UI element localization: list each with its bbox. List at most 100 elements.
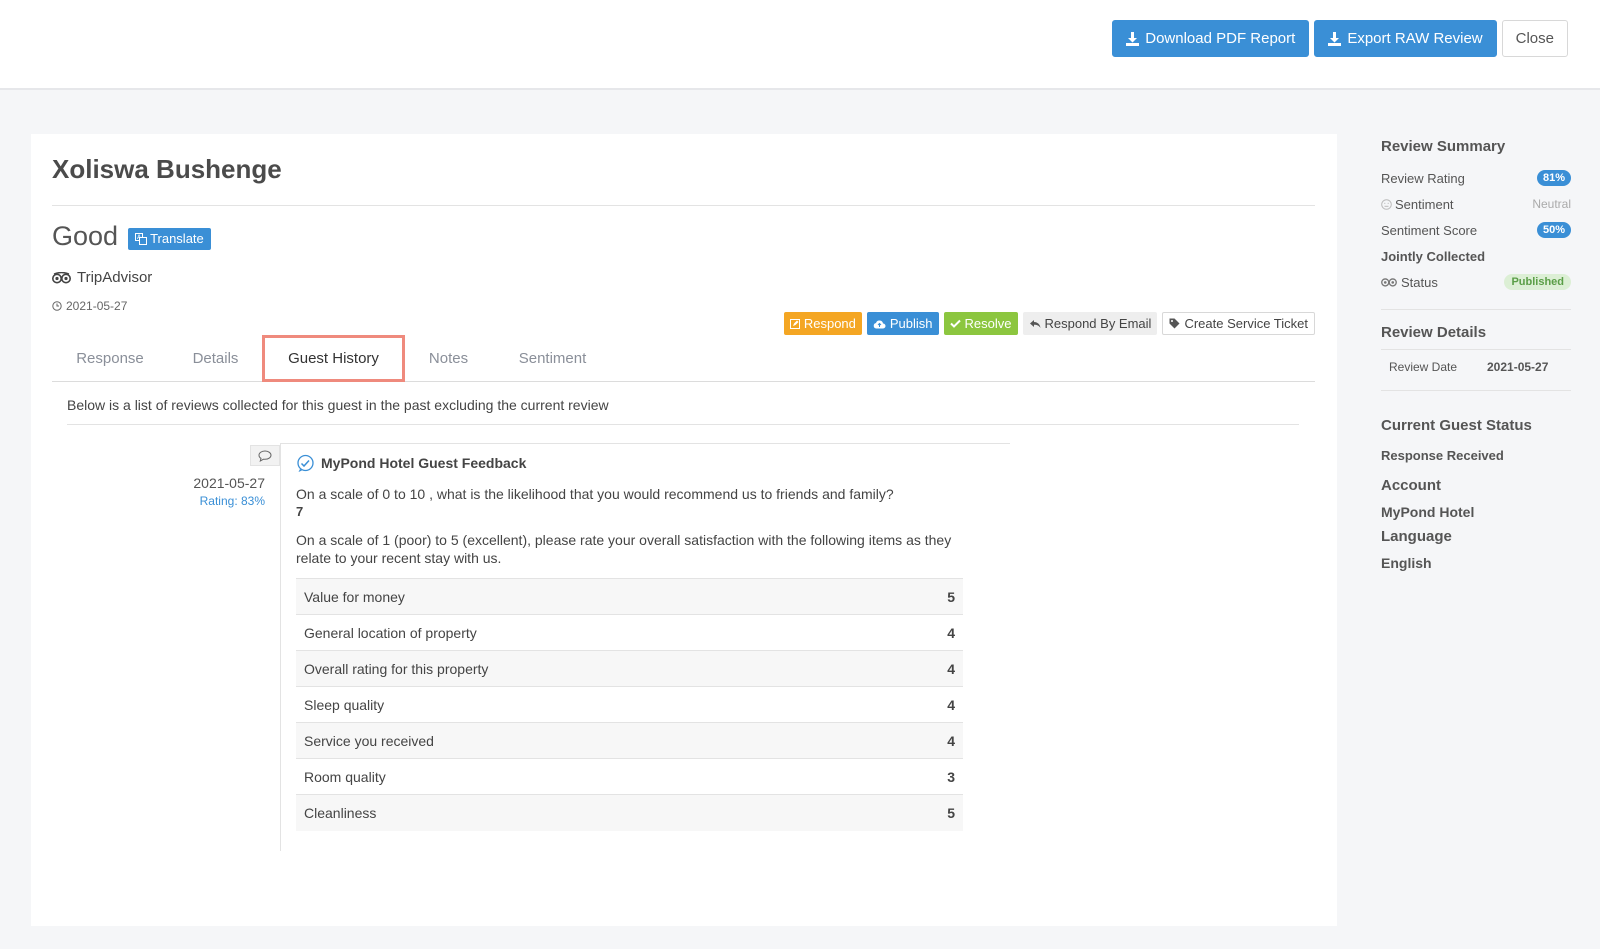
question-satisfaction: On a scale of 1 (poor) to 5 (excellent),… bbox=[296, 532, 952, 566]
respond-button[interactable]: Respond bbox=[783, 312, 862, 335]
divider bbox=[67, 424, 1299, 425]
answer-recommend: 7 bbox=[296, 504, 304, 519]
rating-item-value: 4 bbox=[903, 722, 963, 759]
download-icon bbox=[1126, 31, 1140, 46]
feedback-title: MyPond Hotel Guest Feedback bbox=[321, 455, 527, 471]
export-raw-label: Export RAW Review bbox=[1347, 30, 1483, 47]
timeline-divider bbox=[280, 443, 1010, 444]
review-date-label: Review Date bbox=[1389, 360, 1458, 374]
review-card: Xoliswa Bushenge Good A Translate TripAd… bbox=[31, 134, 1337, 926]
score-badge: 50% bbox=[1536, 222, 1571, 238]
table-row: Service you received 4 bbox=[296, 722, 963, 759]
publish-label: Publish bbox=[889, 316, 933, 331]
source-name: TripAdvisor bbox=[77, 269, 153, 286]
review-sidebar: Review Summary Review Rating 81% Sentime… bbox=[1381, 138, 1571, 571]
rating-badge: 81% bbox=[1536, 170, 1571, 186]
sentiment-label-wrap: Sentiment bbox=[1381, 197, 1454, 212]
clock-icon bbox=[52, 301, 62, 311]
tripadvisor-icon bbox=[1381, 278, 1397, 287]
divider bbox=[52, 205, 1315, 206]
guest-response-status: Response Received bbox=[1381, 448, 1504, 463]
rating-item-value: 4 bbox=[903, 614, 963, 651]
review-title: Good bbox=[52, 221, 119, 251]
rating-item-value: 4 bbox=[903, 686, 963, 723]
resolve-button[interactable]: Resolve bbox=[943, 312, 1018, 335]
tab-details[interactable]: Details bbox=[168, 335, 263, 382]
download-pdf-button[interactable]: Download PDF Report bbox=[1112, 20, 1310, 57]
current-guest-status-heading: Current Guest Status bbox=[1381, 417, 1532, 434]
top-actions: Download PDF Report Export RAW Review Cl… bbox=[1112, 20, 1568, 57]
review-source: TripAdvisor bbox=[52, 269, 152, 286]
rating-item-value: 5 bbox=[903, 578, 963, 615]
neutral-face-icon bbox=[1381, 198, 1392, 210]
status-badge: Published bbox=[1504, 274, 1571, 290]
review-title-row: Good A Translate bbox=[52, 221, 211, 252]
translate-button[interactable]: A Translate bbox=[128, 227, 211, 250]
feedback-badge-icon bbox=[297, 454, 314, 472]
rating-item-value: 5 bbox=[903, 794, 963, 831]
tab-sentiment[interactable]: Sentiment bbox=[490, 335, 615, 382]
review-details-heading: Review Details bbox=[1381, 324, 1487, 341]
tripadvisor-icon bbox=[52, 271, 71, 283]
divider bbox=[1381, 309, 1571, 310]
export-raw-button[interactable]: Export RAW Review bbox=[1314, 20, 1497, 57]
jointly-collected-label: Jointly Collected bbox=[1381, 248, 1486, 264]
respond-label: Respond bbox=[803, 316, 856, 331]
check-icon bbox=[949, 319, 961, 328]
status-label: Status bbox=[1401, 274, 1438, 290]
score-label: Sentiment Score bbox=[1381, 222, 1478, 238]
download-pdf-label: Download PDF Report bbox=[1145, 30, 1296, 47]
rating-item-value: 3 bbox=[903, 758, 963, 795]
sentiment-value: Neutral bbox=[1532, 197, 1571, 211]
summary-jointly-row: Jointly Collected bbox=[1381, 243, 1571, 269]
tab-response[interactable]: Response bbox=[52, 335, 168, 382]
rating-label: Review Rating bbox=[1381, 170, 1465, 186]
review-tabs: Response Details Guest History Notes Sen… bbox=[52, 335, 1315, 382]
rating-item-label: Sleep quality bbox=[296, 686, 903, 723]
tab-notes[interactable]: Notes bbox=[407, 335, 490, 382]
tag-icon bbox=[1169, 318, 1180, 329]
rating-item-label: Overall rating for this property bbox=[296, 650, 903, 687]
rating-item-value: 4 bbox=[903, 650, 963, 687]
create-service-ticket-button[interactable]: Create Service Ticket bbox=[1162, 312, 1315, 335]
respond-by-email-button[interactable]: Respond By Email bbox=[1022, 312, 1158, 335]
account-value: MyPond Hotel bbox=[1381, 504, 1475, 520]
table-row: Value for money 5 bbox=[296, 578, 963, 615]
review-date-value: 2021-05-27 bbox=[1487, 360, 1549, 374]
sentiment-label: Sentiment bbox=[1395, 196, 1454, 212]
publish-button[interactable]: Publish bbox=[866, 312, 939, 335]
review-date: 2021-05-27 bbox=[52, 299, 127, 313]
rating-item-label: Service you received bbox=[296, 722, 903, 759]
table-row: Sleep quality 4 bbox=[296, 686, 963, 723]
translate-label: Translate bbox=[150, 231, 204, 246]
cloud-upload-icon bbox=[873, 319, 886, 328]
language-value: English bbox=[1381, 555, 1432, 571]
tab-guest-history[interactable]: Guest History bbox=[262, 335, 405, 382]
translate-icon: A bbox=[135, 232, 148, 245]
respond-by-email-label: Respond By Email bbox=[1044, 316, 1152, 331]
reply-icon bbox=[1029, 319, 1040, 328]
resolve-label: Resolve bbox=[964, 316, 1012, 331]
comment-toggle[interactable] bbox=[250, 445, 280, 466]
date-text: 2021-05-27 bbox=[66, 299, 128, 313]
review-summary-heading: Review Summary bbox=[1381, 138, 1506, 155]
comment-icon bbox=[258, 449, 272, 462]
summary-sentiment-row: Sentiment Neutral bbox=[1381, 191, 1571, 217]
rating-item-label: Value for money bbox=[296, 578, 903, 615]
status-label-wrap: Status bbox=[1381, 275, 1438, 290]
guest-history-intro: Below is a list of reviews collected for… bbox=[67, 397, 609, 413]
top-bar: Download PDF Report Export RAW Review Cl… bbox=[0, 0, 1600, 90]
table-row: Overall rating for this property 4 bbox=[296, 650, 963, 687]
close-button[interactable]: Close bbox=[1501, 20, 1568, 57]
table-row: General location of property 4 bbox=[296, 614, 963, 651]
ratings-table: Value for money 5 General location of pro… bbox=[296, 578, 963, 831]
rating-item-label: Room quality bbox=[296, 758, 903, 795]
timeline-line bbox=[280, 444, 281, 851]
table-row: Room quality 3 bbox=[296, 758, 963, 795]
feedback-header: MyPond Hotel Guest Feedback bbox=[296, 453, 963, 473]
guest-name: Xoliswa Bushenge bbox=[52, 154, 282, 184]
rating-item-label: Cleanliness bbox=[296, 794, 903, 831]
summary-status-row: Status Published bbox=[1381, 269, 1571, 295]
download-icon bbox=[1328, 31, 1342, 46]
rating-item-label: General location of property bbox=[296, 614, 903, 651]
